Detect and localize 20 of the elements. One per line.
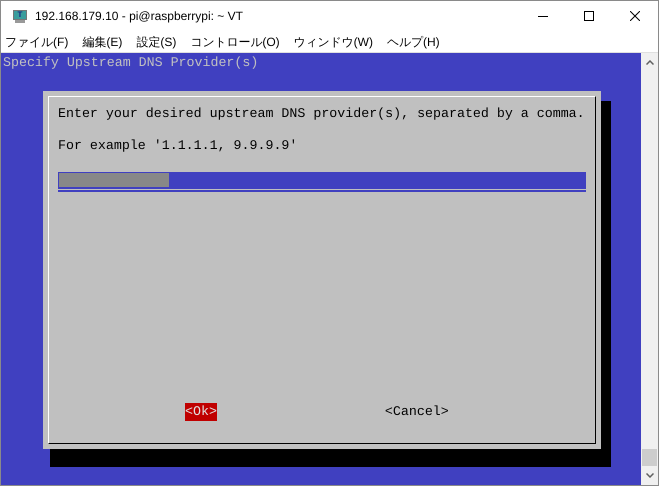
- app-icon: T: [13, 10, 27, 22]
- menu-item[interactable]: 編集(E): [82, 32, 122, 50]
- close-icon[interactable]: [630, 11, 640, 21]
- maximize-icon[interactable]: [584, 11, 594, 21]
- window-title: 192.168.179.10 - pi@raspberrypi: ~ VT: [35, 8, 243, 25]
- menu-item[interactable]: ヘルプ(H): [386, 32, 440, 50]
- dialog-button[interactable]: <Cancel>: [384, 403, 449, 421]
- menu-item[interactable]: ファイル(F): [5, 32, 68, 50]
- scroll-thumb[interactable]: [642, 449, 657, 466]
- scrollbar[interactable]: [641, 53, 658, 485]
- dialog-button[interactable]: <Ok>: [185, 403, 217, 421]
- dialog-text: For example '1.1.1.1, 9.9.9.9': [58, 137, 298, 155]
- scroll-down-icon[interactable]: [646, 473, 654, 478]
- menu-item[interactable]: コントロール(O): [190, 32, 280, 50]
- backtitle: Specify Upstream DNS Provider(s): [2, 54, 260, 72]
- menu-item[interactable]: ウィンドウ(W): [294, 32, 373, 50]
- scroll-up-icon[interactable]: [646, 60, 654, 65]
- dialog-text: Enter your desired upstream DNS provider(s), separated by a comma.: [58, 105, 586, 123]
- input-field[interactable]: [58, 172, 586, 190]
- menu-item[interactable]: 設定(S): [136, 32, 176, 50]
